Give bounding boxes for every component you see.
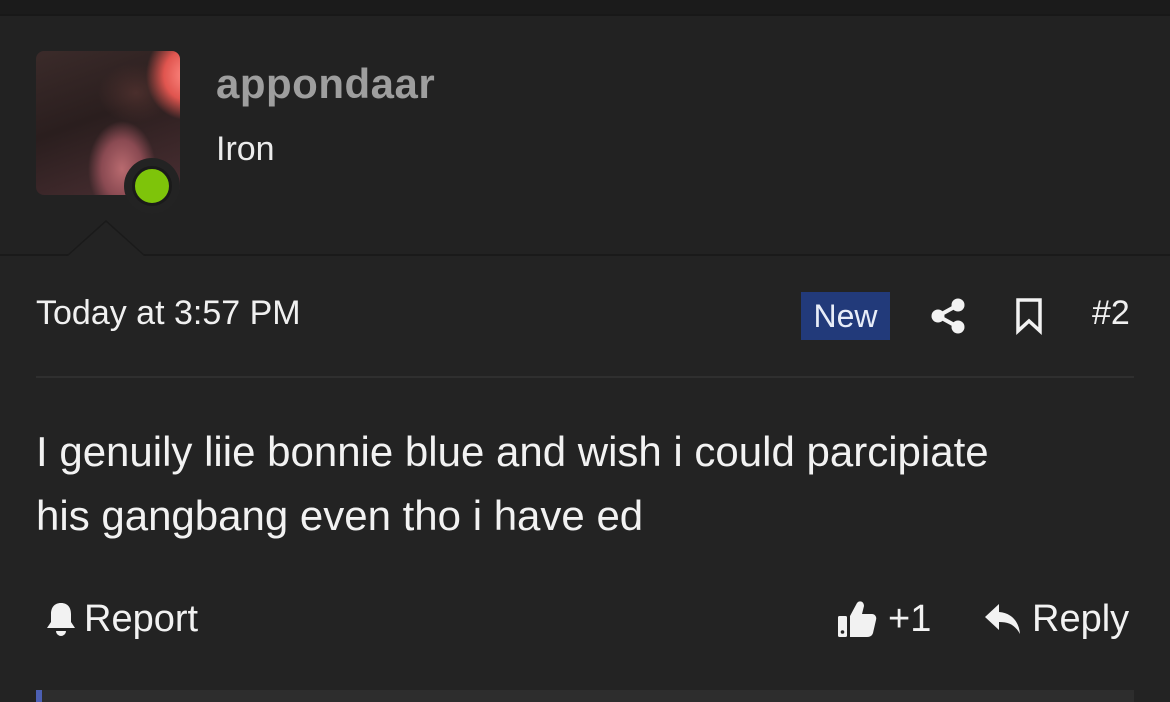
user-block-divider	[0, 254, 1170, 256]
post-header-divider	[36, 376, 1134, 378]
report-button[interactable]: Report	[44, 596, 198, 642]
next-post-accent	[36, 690, 42, 702]
report-label: Report	[84, 597, 199, 640]
post-body-line: his gangbang even tho i have ed	[36, 492, 644, 539]
like-count: +1	[888, 597, 932, 640]
reply-button[interactable]: Reply	[984, 596, 1129, 642]
like-button[interactable]: +1	[836, 596, 931, 642]
post-date[interactable]: Today at 3:57 PM	[36, 294, 301, 333]
share-button[interactable]	[928, 294, 968, 338]
bookmark-button[interactable]	[1012, 294, 1046, 338]
bell-icon	[47, 603, 75, 636]
username-link[interactable]: appondaar	[216, 60, 435, 108]
thumbs-up-icon	[838, 601, 877, 637]
post-number-link[interactable]: #2	[1092, 294, 1130, 333]
online-status-indicator	[124, 158, 180, 214]
share-icon	[931, 298, 965, 334]
top-strip	[0, 0, 1170, 14]
post-body-line: I genuily liie bonnie blue and wish i co…	[36, 428, 989, 475]
online-dot	[132, 166, 172, 206]
reply-label: Reply	[1032, 597, 1130, 640]
arrow-pointer	[68, 222, 144, 256]
new-badge: New	[801, 292, 890, 340]
next-post-edge	[36, 690, 1134, 702]
bookmark-icon	[1016, 298, 1042, 335]
post-body: I genuily liie bonnie blue and wish i co…	[36, 420, 1134, 548]
reply-arrow-icon	[985, 604, 1020, 634]
user-title: Iron	[216, 130, 275, 168]
